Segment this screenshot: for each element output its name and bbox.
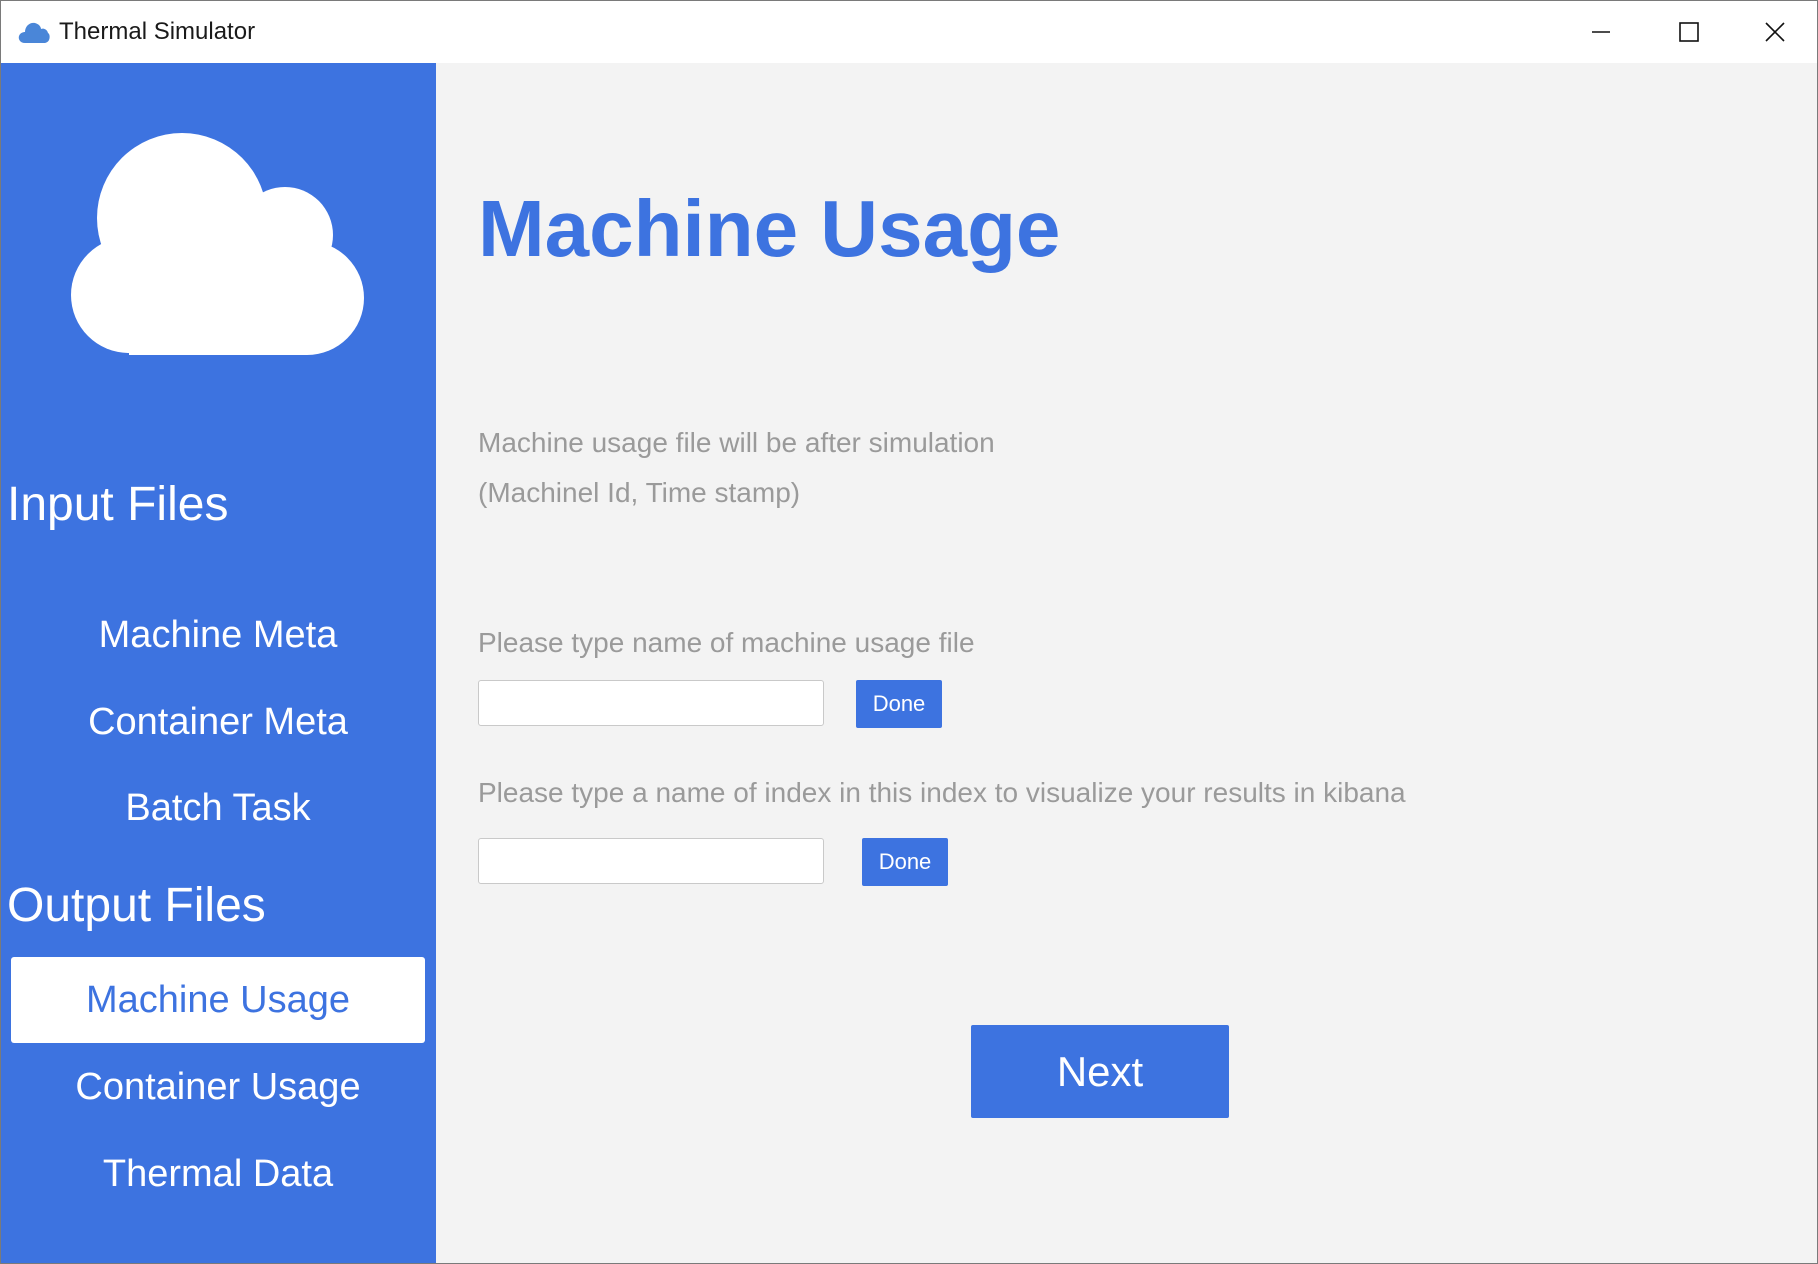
- app-window: Thermal Simulator Input Files Machine Me…: [0, 0, 1818, 1264]
- maximize-button[interactable]: [1645, 1, 1733, 63]
- input-files-heading: Input Files: [7, 478, 229, 531]
- file-name-input[interactable]: [478, 680, 824, 726]
- close-button[interactable]: [1731, 1, 1817, 63]
- sidebar-item-thermal-data[interactable]: Thermal Data: [11, 1131, 425, 1217]
- title-bar: Thermal Simulator: [1, 1, 1817, 63]
- maximize-icon: [1678, 21, 1700, 43]
- description-line: Machine usage file will be after simulat…: [478, 427, 995, 458]
- minimize-icon: [1590, 21, 1612, 43]
- sidebar-item-container-usage[interactable]: Container Usage: [11, 1044, 425, 1130]
- page-title: Machine Usage: [478, 184, 1061, 273]
- index-name-input[interactable]: [478, 838, 824, 884]
- next-button[interactable]: Next: [971, 1025, 1229, 1118]
- sidebar: Input Files Machine Meta Container Meta …: [1, 63, 436, 1263]
- file-name-label: Please type name of machine usage file: [478, 627, 975, 658]
- minimize-button[interactable]: [1557, 1, 1645, 63]
- cloud-icon: [57, 123, 373, 355]
- main-content: Machine Usage Machine usage file will be…: [436, 63, 1817, 1263]
- close-icon: [1764, 21, 1786, 43]
- index-name-label: Please type a name of index in this inde…: [478, 777, 1406, 808]
- output-files-heading: Output Files: [7, 879, 266, 932]
- sidebar-item-machine-usage[interactable]: Machine Usage: [11, 957, 425, 1043]
- index-name-done-button[interactable]: Done: [862, 838, 948, 886]
- file-name-done-button[interactable]: Done: [856, 680, 942, 728]
- sidebar-item-batch-task[interactable]: Batch Task: [11, 765, 425, 851]
- sidebar-item-container-meta[interactable]: Container Meta: [11, 679, 425, 765]
- sidebar-item-machine-meta[interactable]: Machine Meta: [11, 592, 425, 678]
- cloud-icon: [17, 19, 51, 45]
- description-line: (Machinel Id, Time stamp): [478, 477, 801, 508]
- window-title: Thermal Simulator: [59, 18, 256, 45]
